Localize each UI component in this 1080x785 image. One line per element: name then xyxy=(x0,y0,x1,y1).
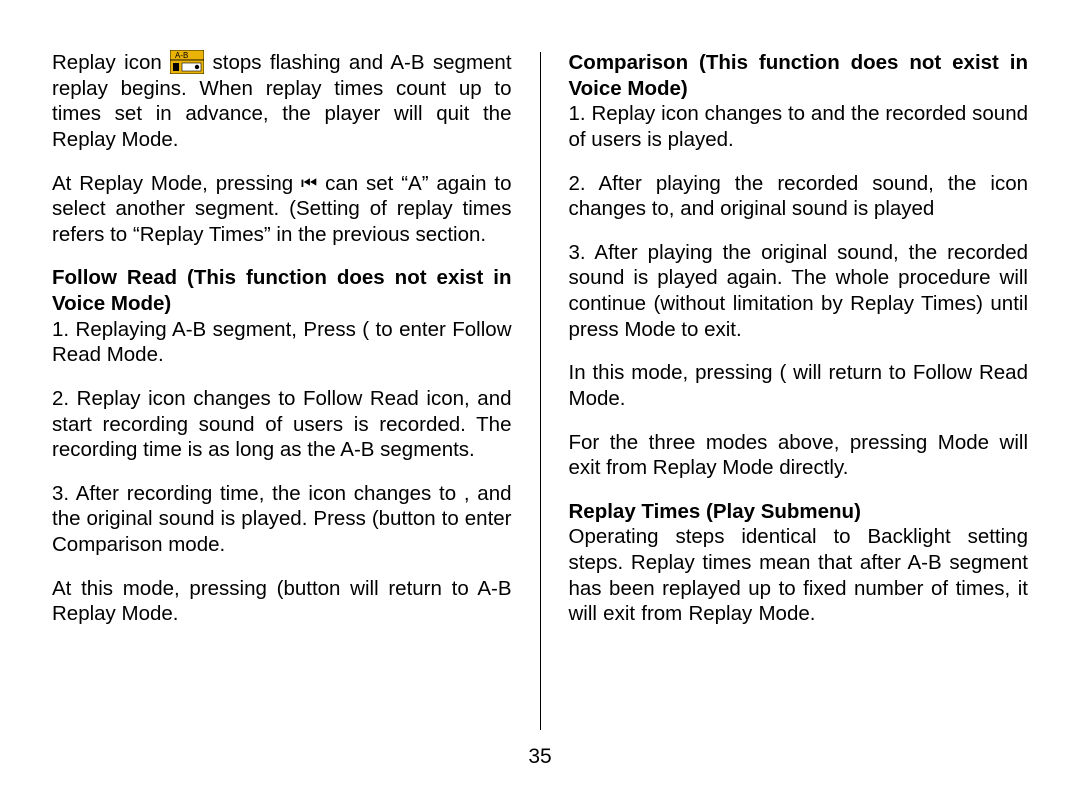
paragraph: 1. Replaying A-B segment, Press ( to ent… xyxy=(52,317,512,368)
section-heading-comparison: Comparison (This function does not exist… xyxy=(569,50,1029,101)
paragraph: At this mode, pressing (button will retu… xyxy=(52,576,512,627)
left-column: Replay icon A-B stops flashing and A-B s… xyxy=(52,50,540,730)
right-column: Comparison (This function does not exist… xyxy=(541,50,1029,730)
paragraph: 1. Replay icon changes to and the record… xyxy=(569,101,1029,152)
svg-text:A-B: A-B xyxy=(175,51,188,60)
paragraph: 3. After recording time, the icon change… xyxy=(52,481,512,558)
replay-ab-icon: A-B xyxy=(170,50,204,74)
previous-track-icon: ⏮ xyxy=(301,172,317,195)
paragraph: Operating steps identical to Backlight s… xyxy=(569,524,1029,627)
section-heading-follow-read: Follow Read (This function does not exis… xyxy=(52,265,512,316)
section-heading-replay-times: Replay Times (Play Submenu) xyxy=(569,499,1029,525)
paragraph: At Replay Mode, pressing ⏮ can set “A” a… xyxy=(52,171,512,248)
paragraph: In this mode, pressing ( will return to … xyxy=(569,360,1029,411)
manual-page: Replay icon A-B stops flashing and A-B s… xyxy=(0,0,1080,785)
paragraph: For the three modes above, pressing Mode… xyxy=(569,430,1029,481)
paragraph: 2. Replay icon changes to Follow Read ic… xyxy=(52,386,512,463)
paragraph: 2. After playing the recorded sound, the… xyxy=(569,171,1029,222)
paragraph: 3. After playing the original sound, the… xyxy=(569,240,1029,343)
text: At Replay Mode, pressing xyxy=(52,172,301,195)
page-number: 35 xyxy=(0,745,1080,769)
text: Replay icon xyxy=(52,51,170,74)
two-column-layout: Replay icon A-B stops flashing and A-B s… xyxy=(52,50,1028,730)
paragraph: Replay icon A-B stops flashing and A-B s… xyxy=(52,50,512,153)
